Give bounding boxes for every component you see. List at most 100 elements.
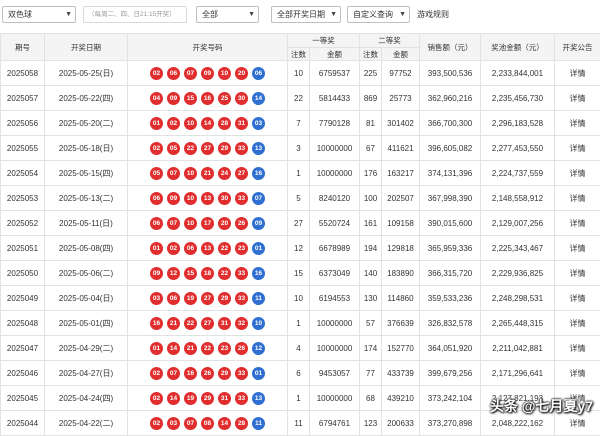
second-prize-count-cell: 67: [360, 136, 382, 161]
pool-cell: 2,171,296,641: [481, 361, 555, 386]
game-select[interactable]: 双色球 ▼: [2, 6, 76, 23]
red-ball: 09: [167, 192, 180, 205]
pool-cell: 2,129,007,256: [481, 211, 555, 236]
numbers-cell: 16212227313210: [128, 311, 288, 336]
numbers-cell: 01020613222301: [128, 236, 288, 261]
blue-ball: 06: [252, 67, 265, 80]
first-prize-amount-cell: 10000000: [310, 336, 360, 361]
red-ball: 14: [167, 342, 180, 355]
second-prize-amount-cell: 163217: [382, 161, 420, 186]
red-ball: 10: [184, 167, 197, 180]
sales-cell: 366,700,300: [420, 111, 481, 136]
detail-link[interactable]: 详情: [555, 86, 600, 111]
blue-ball: 07: [252, 192, 265, 205]
numbers-cell: 02030708142811: [128, 411, 288, 436]
detail-link[interactable]: 详情: [555, 61, 600, 86]
pool-cell: 2,235,456,730: [481, 86, 555, 111]
date-cell: 2025-05-15(四): [45, 161, 128, 186]
sales-cell: 390,015,600: [420, 211, 481, 236]
first-prize-count-cell: 10: [288, 286, 310, 311]
results-table: 期号 开奖日期 开奖号码 一等奖 二等奖 销售额（元） 奖池金额（元） 开奖公告…: [0, 33, 600, 436]
number-balls: 01142122232612: [128, 342, 287, 355]
numbers-cell: 02071626293301: [128, 361, 288, 386]
range-select[interactable]: 全部 ▼: [196, 6, 259, 23]
red-ball: 15: [184, 267, 197, 280]
detail-link[interactable]: 详情: [555, 311, 600, 336]
number-balls: 06071017202609: [128, 217, 287, 230]
detail-link[interactable]: 详情: [555, 136, 600, 161]
date-cell: 2025-04-22(二): [45, 411, 128, 436]
detail-link[interactable]: 详情: [555, 161, 600, 186]
detail-link[interactable]: 详情: [555, 186, 600, 211]
detail-link[interactable]: 详情: [555, 361, 600, 386]
first-prize-amount-cell: 6678989: [310, 236, 360, 261]
first-prize-count-cell: 12: [288, 236, 310, 261]
sales-cell: 366,315,720: [420, 261, 481, 286]
numbers-cell: 03061927293311: [128, 286, 288, 311]
detail-link[interactable]: 详情: [555, 236, 600, 261]
second-prize-amount-cell: 183890: [382, 261, 420, 286]
red-ball: 19: [184, 292, 197, 305]
sales-cell: 364,051,920: [420, 336, 481, 361]
chevron-down-icon: ▼: [248, 7, 255, 22]
detail-link[interactable]: 详情: [555, 111, 600, 136]
second-prize-count-cell: 68: [360, 386, 382, 411]
pool-cell: 2,296,183,528: [481, 111, 555, 136]
first-prize-count-cell: 1: [288, 311, 310, 336]
first-prize-amount-cell: 7790128: [310, 111, 360, 136]
game-select-value: 双色球: [8, 10, 32, 19]
red-ball: 07: [184, 67, 197, 80]
red-ball: 12: [167, 267, 180, 280]
table-row: 20250512025-05-08(四)01020613222301126678…: [1, 236, 600, 261]
header-first-amount: 金额: [310, 48, 360, 61]
number-balls: 09121518223316: [128, 267, 287, 280]
chevron-down-icon: ▼: [399, 7, 406, 22]
detail-link[interactable]: 详情: [555, 286, 600, 311]
red-ball: 09: [150, 267, 163, 280]
red-ball: 31: [218, 317, 231, 330]
red-ball: 33: [235, 142, 248, 155]
red-ball: 10: [184, 217, 197, 230]
issue-cell: 2025047: [1, 336, 45, 361]
detail-link[interactable]: 详情: [555, 211, 600, 236]
watermark: 头条 @七月夏y7: [490, 396, 593, 416]
red-ball: 31: [218, 392, 231, 405]
red-ball: 32: [235, 317, 248, 330]
red-ball: 30: [218, 192, 231, 205]
red-ball: 22: [218, 242, 231, 255]
first-prize-amount-cell: 10000000: [310, 386, 360, 411]
red-ball: 03: [150, 292, 163, 305]
red-ball: 22: [184, 317, 197, 330]
first-prize-amount-cell: 10000000: [310, 136, 360, 161]
red-ball: 21: [201, 167, 214, 180]
numbers-cell: 04091516253014: [128, 86, 288, 111]
red-ball: 16: [150, 317, 163, 330]
game-rules-link[interactable]: 游戏规则: [417, 6, 449, 23]
sales-cell: 359,533,236: [420, 286, 481, 311]
detail-link[interactable]: 详情: [555, 336, 600, 361]
blue-ball: 09: [252, 217, 265, 230]
sales-cell: 373,270,898: [420, 411, 481, 436]
date-cell: 2025-05-08(四): [45, 236, 128, 261]
number-balls: 02071626293301: [128, 367, 287, 380]
custom-query-select[interactable]: 自定义查询 ▼: [347, 6, 410, 23]
sales-cell: 365,959,336: [420, 236, 481, 261]
second-prize-count-cell: 225: [360, 61, 382, 86]
number-balls: 04091516253014: [128, 92, 287, 105]
date-type-select[interactable]: 全部开奖日期 ▼: [271, 6, 341, 23]
first-prize-amount-cell: 8240120: [310, 186, 360, 211]
issue-cell: 2025046: [1, 361, 45, 386]
issue-cell: 2025056: [1, 111, 45, 136]
red-ball: 07: [167, 217, 180, 230]
red-ball: 14: [201, 117, 214, 130]
detail-link[interactable]: 详情: [555, 261, 600, 286]
issue-cell: 2025055: [1, 136, 45, 161]
pool-cell: 2,265,448,315: [481, 311, 555, 336]
red-ball: 06: [167, 67, 180, 80]
first-prize-count-cell: 1: [288, 386, 310, 411]
date-type-select-value: 全部开奖日期: [277, 10, 325, 19]
red-ball: 09: [201, 67, 214, 80]
red-ball: 01: [150, 117, 163, 130]
red-ball: 14: [167, 392, 180, 405]
table-row: 20250482025-05-01(四)16212227313210110000…: [1, 311, 600, 336]
